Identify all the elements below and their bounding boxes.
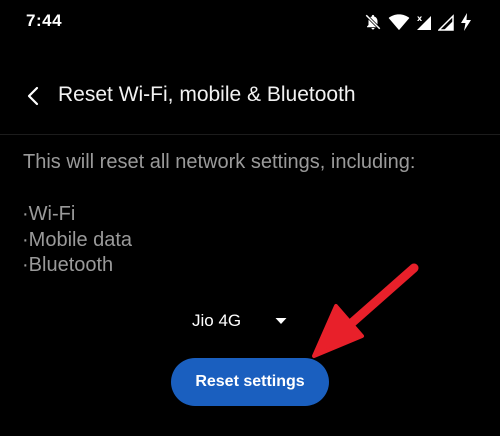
back-button[interactable] xyxy=(18,82,48,110)
sim-selector-value: Jio 4G xyxy=(192,311,242,330)
charging-icon xyxy=(460,13,472,31)
arrow-head xyxy=(312,304,364,358)
divider xyxy=(0,134,500,135)
chevron-left-icon xyxy=(27,86,39,106)
network-settings-list: ·Wi-Fi ·Mobile data ·Bluetooth xyxy=(22,202,132,279)
list-item: ·Bluetooth xyxy=(22,254,114,276)
list-item: ·Wi-Fi xyxy=(22,203,76,225)
app-bar: Reset Wi-Fi, mobile & Bluetooth xyxy=(0,72,500,120)
reset-settings-button[interactable]: Reset settings xyxy=(171,358,329,406)
notifications-off-icon xyxy=(364,13,382,31)
cell-signal-icon: x xyxy=(416,13,432,31)
status-time: 7:44 xyxy=(26,11,63,30)
list-item: ·Mobile data xyxy=(22,228,133,251)
reset-description: This will reset all network settings, in… xyxy=(23,151,416,173)
page-title: Reset Wi-Fi, mobile & Bluetooth xyxy=(58,83,356,106)
dropdown-caret-icon xyxy=(275,318,287,324)
sim-selector-dropdown[interactable]: Jio 4G xyxy=(192,309,287,333)
status-bar: 7:44 x xyxy=(0,0,500,44)
status-icons: x xyxy=(364,12,472,32)
wifi-icon xyxy=(388,13,410,31)
arrow-shaft xyxy=(341,263,419,333)
cell-signal-icon xyxy=(438,13,454,31)
svg-text:x: x xyxy=(417,14,423,23)
